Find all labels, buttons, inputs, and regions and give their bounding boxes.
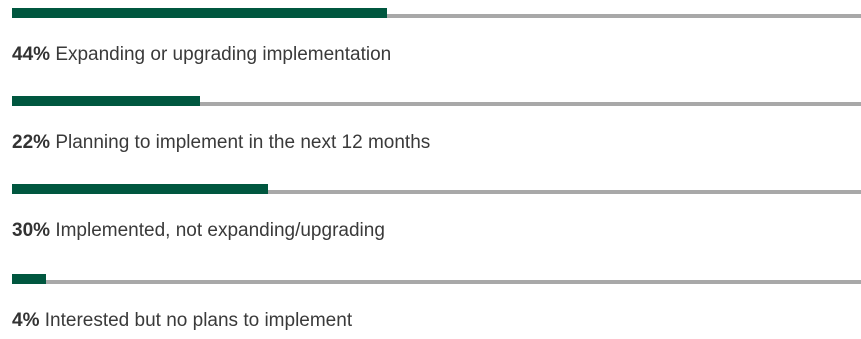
value-label: 44% xyxy=(12,44,51,65)
bar-fill xyxy=(12,8,388,18)
bar-fill xyxy=(12,96,200,106)
category-label: Interested but no plans to implement xyxy=(44,310,353,331)
bar-label: 44% Expanding or upgrading implementatio… xyxy=(12,44,391,66)
bar-row: 4% Interested but no plans to implement xyxy=(12,274,861,334)
bar-label: 30% Implemented, not expanding/upgrading xyxy=(12,220,385,242)
value-label: 30% xyxy=(12,220,51,241)
bar-track xyxy=(12,280,861,284)
bar-row: 30% Implemented, not expanding/upgrading xyxy=(12,184,861,244)
bar-row: 44% Expanding or upgrading implementatio… xyxy=(12,8,861,68)
bar-label: 4% Interested but no plans to implement xyxy=(12,310,352,332)
bar-fill xyxy=(12,184,268,194)
value-label: 22% xyxy=(12,132,51,153)
value-label: 4% xyxy=(12,310,40,331)
progress-bar-chart: 44% Expanding or upgrading implementatio… xyxy=(0,0,861,339)
category-label: Planning to implement in the next 12 mon… xyxy=(55,132,431,153)
bar-label: 22% Planning to implement in the next 12… xyxy=(12,132,430,154)
bar-fill xyxy=(12,274,47,284)
category-label: Expanding or upgrading implementation xyxy=(55,44,392,65)
bar-row: 22% Planning to implement in the next 12… xyxy=(12,96,861,156)
category-label: Implemented, not expanding/upgrading xyxy=(55,220,385,241)
